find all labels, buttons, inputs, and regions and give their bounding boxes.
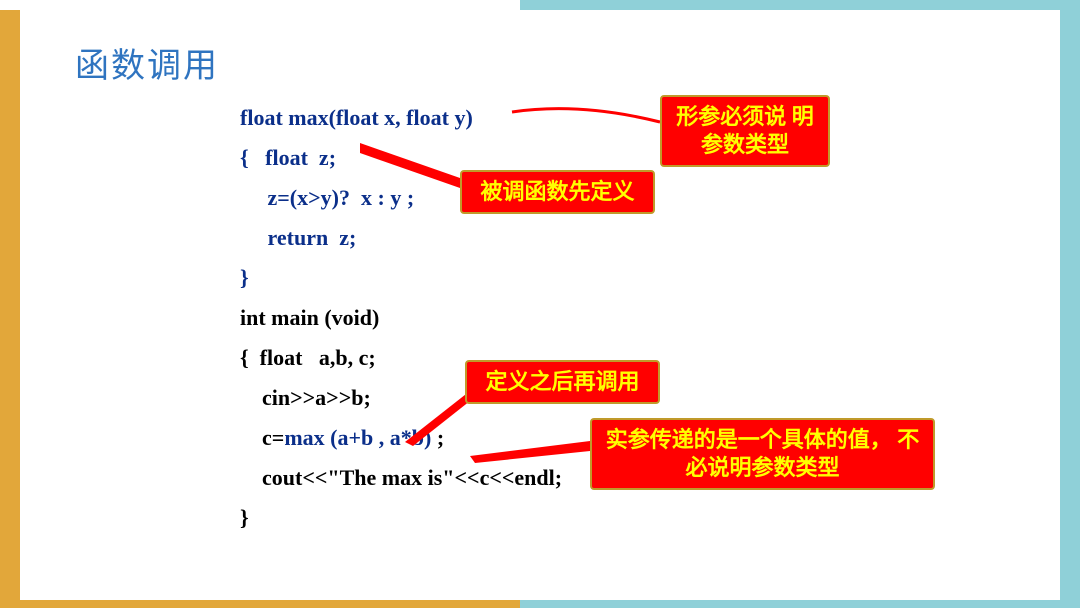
wechat-icon bbox=[926, 571, 950, 591]
border-bottom-right bbox=[520, 600, 1080, 608]
code-line-8: cin>>a>>b; bbox=[240, 385, 371, 410]
code-line-2a: { bbox=[240, 145, 265, 170]
attribution-text: 29号造物吧 bbox=[956, 568, 1048, 594]
code-line-7: { float a,b, c; bbox=[240, 345, 376, 370]
border-left bbox=[0, 10, 20, 600]
code-line-6: int main (void) bbox=[240, 305, 379, 330]
callout-define-first: 被调函数先定义 bbox=[460, 170, 655, 214]
code-line-5: } bbox=[240, 265, 249, 290]
code-line-2b: float z; bbox=[265, 145, 336, 170]
code-line-4: return z; bbox=[240, 225, 356, 250]
border-top-right bbox=[520, 0, 1080, 10]
callout-actual-args: 实参传递的是一个具体的值， 不必说明参数类型 bbox=[590, 418, 935, 490]
callout-params-type: 形参必须说 明参数类型 bbox=[660, 95, 830, 167]
callout-call-after-define: 定义之后再调用 bbox=[465, 360, 660, 404]
slide-title: 函数调用 bbox=[75, 38, 219, 87]
pointer-4 bbox=[470, 438, 600, 468]
code-line-1: float max(float x, float y) bbox=[240, 105, 473, 130]
attribution: 29号造物吧 bbox=[926, 568, 1048, 594]
pointer-2 bbox=[360, 138, 470, 193]
pointer-1 bbox=[510, 102, 670, 142]
code-line-11: } bbox=[240, 505, 249, 530]
code-line-10: cout<<"The max is"<<c<<endl; bbox=[240, 465, 562, 490]
slide-frame: 函数调用 float max(float x, float y) { float… bbox=[20, 10, 1060, 600]
code-line-9a: c= bbox=[240, 425, 284, 450]
border-right bbox=[1060, 0, 1080, 608]
border-bottom-left bbox=[0, 600, 520, 608]
